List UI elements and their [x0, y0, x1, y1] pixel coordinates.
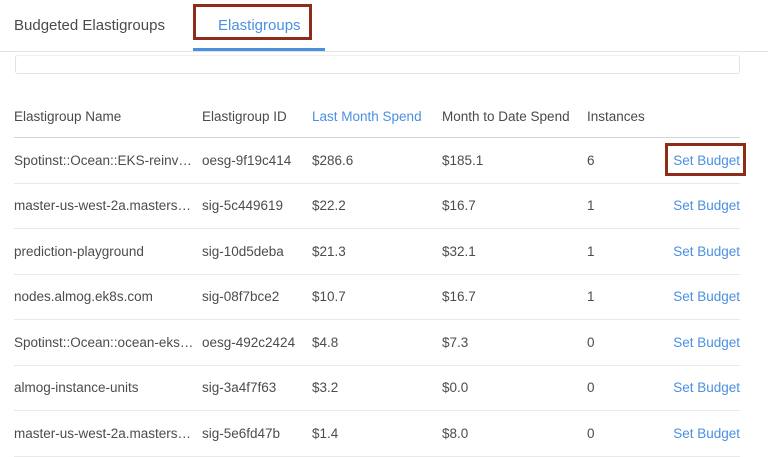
tab-elastigroups[interactable]: Elastigroups: [218, 0, 301, 51]
elastigroup-id-cell: sig-5c449619: [202, 183, 312, 229]
elastigroup-name-cell: Spotinst::Ocean::ocean-eks…: [14, 320, 202, 366]
action-cell: Set Budget: [668, 365, 740, 411]
last-month-spend-cell: $286.6: [312, 138, 442, 184]
last-month-spend-cell: $21.3: [312, 229, 442, 275]
month-to-date-spend-cell: $16.7: [442, 274, 587, 320]
last-month-spend-cell: $1.4: [312, 411, 442, 457]
active-tab-underline: [193, 48, 325, 51]
instances-cell: 0: [587, 411, 668, 457]
elastigroup-id-cell: sig-08f7bce2: [202, 274, 312, 320]
tab-bar: Budgeted Elastigroups Elastigroups: [0, 0, 768, 52]
elastigroup-name-cell: almog-instance-units: [14, 365, 202, 411]
action-cell: Set Budget: [668, 138, 740, 184]
elastigroups-spend-page: Budgeted Elastigroups Elastigroups Elast…: [0, 0, 768, 457]
month-to-date-spend-cell: $0.0: [442, 365, 587, 411]
column-header-instances[interactable]: Instances: [587, 95, 668, 138]
column-header-month-to-date-spend[interactable]: Month to Date Spend: [442, 95, 587, 138]
last-month-spend-cell: $22.2: [312, 183, 442, 229]
elastigroup-id-cell: oesg-492c2424: [202, 320, 312, 366]
table-row: master-us-west-2a.masters…sig-5e6fd47b$1…: [14, 411, 740, 457]
elastigroup-id-cell: oesg-9f19c414: [202, 138, 312, 184]
elastigroup-id-cell: sig-3a4f7f63: [202, 365, 312, 411]
set-budget-link[interactable]: Set Budget: [673, 380, 740, 395]
table-row: almog-instance-unitssig-3a4f7f63$3.2$0.0…: [14, 365, 740, 411]
table-row: Spotinst::Ocean::EKS-reinv…oesg-9f19c414…: [14, 138, 740, 184]
instances-cell: 1: [587, 274, 668, 320]
instances-cell: 0: [587, 365, 668, 411]
table-body: Spotinst::Ocean::EKS-reinv…oesg-9f19c414…: [14, 138, 740, 457]
instances-cell: 6: [587, 138, 668, 184]
tab-label: Budgeted Elastigroups: [14, 17, 165, 34]
set-budget-link[interactable]: Set Budget: [673, 335, 740, 350]
table-filter-box[interactable]: [15, 55, 740, 74]
elastigroup-name-cell: prediction-playground: [14, 229, 202, 275]
table-row: master-us-west-2a.masters…sig-5c449619$2…: [14, 183, 740, 229]
table-header-row: Elastigroup Name Elastigroup ID Last Mon…: [14, 95, 740, 138]
tab-label: Elastigroups: [218, 17, 301, 34]
elastigroup-id-cell: sig-10d5deba: [202, 229, 312, 275]
elastigroup-name-cell: Spotinst::Ocean::EKS-reinv…: [14, 138, 202, 184]
column-header-elastigroup-name[interactable]: Elastigroup Name: [14, 95, 202, 138]
month-to-date-spend-cell: $185.1: [442, 138, 587, 184]
set-budget-link[interactable]: Set Budget: [673, 244, 740, 259]
elastigroup-name-cell: nodes.almog.ek8s.com: [14, 274, 202, 320]
set-budget-link[interactable]: Set Budget: [673, 289, 740, 304]
action-cell: Set Budget: [668, 229, 740, 275]
column-header-last-month-spend[interactable]: Last Month Spend ↓: [312, 95, 442, 138]
table-row: nodes.almog.ek8s.comsig-08f7bce2$10.7$16…: [14, 274, 740, 320]
table-row: prediction-playgroundsig-10d5deba$21.3$3…: [14, 229, 740, 275]
month-to-date-spend-cell: $32.1: [442, 229, 587, 275]
last-month-spend-cell: $4.8: [312, 320, 442, 366]
elastigroup-name-cell: master-us-west-2a.masters…: [14, 411, 202, 457]
column-header-elastigroup-id[interactable]: Elastigroup ID: [202, 95, 312, 138]
tab-budgeted-elastigroups[interactable]: Budgeted Elastigroups: [14, 0, 165, 51]
set-budget-link[interactable]: Set Budget: [673, 198, 740, 213]
table-row: Spotinst::Ocean::ocean-eks…oesg-492c2424…: [14, 320, 740, 366]
column-header-label: Last Month Spend: [312, 109, 422, 124]
last-month-spend-cell: $3.2: [312, 365, 442, 411]
instances-cell: 0: [587, 320, 668, 366]
column-header-actions: [668, 95, 740, 138]
action-cell: Set Budget: [668, 320, 740, 366]
instances-cell: 1: [587, 229, 668, 275]
month-to-date-spend-cell: $16.7: [442, 183, 587, 229]
elastigroup-id-cell: sig-5e6fd47b: [202, 411, 312, 457]
month-to-date-spend-cell: $8.0: [442, 411, 587, 457]
elastigroup-name-cell: master-us-west-2a.masters…: [14, 183, 202, 229]
last-month-spend-cell: $10.7: [312, 274, 442, 320]
month-to-date-spend-cell: $7.3: [442, 320, 587, 366]
instances-cell: 1: [587, 183, 668, 229]
action-cell: Set Budget: [668, 274, 740, 320]
action-cell: Set Budget: [668, 183, 740, 229]
set-budget-link[interactable]: Set Budget: [673, 153, 740, 168]
action-cell: Set Budget: [668, 411, 740, 457]
elastigroups-table: Elastigroup Name Elastigroup ID Last Mon…: [14, 95, 740, 457]
set-budget-link[interactable]: Set Budget: [673, 426, 740, 441]
